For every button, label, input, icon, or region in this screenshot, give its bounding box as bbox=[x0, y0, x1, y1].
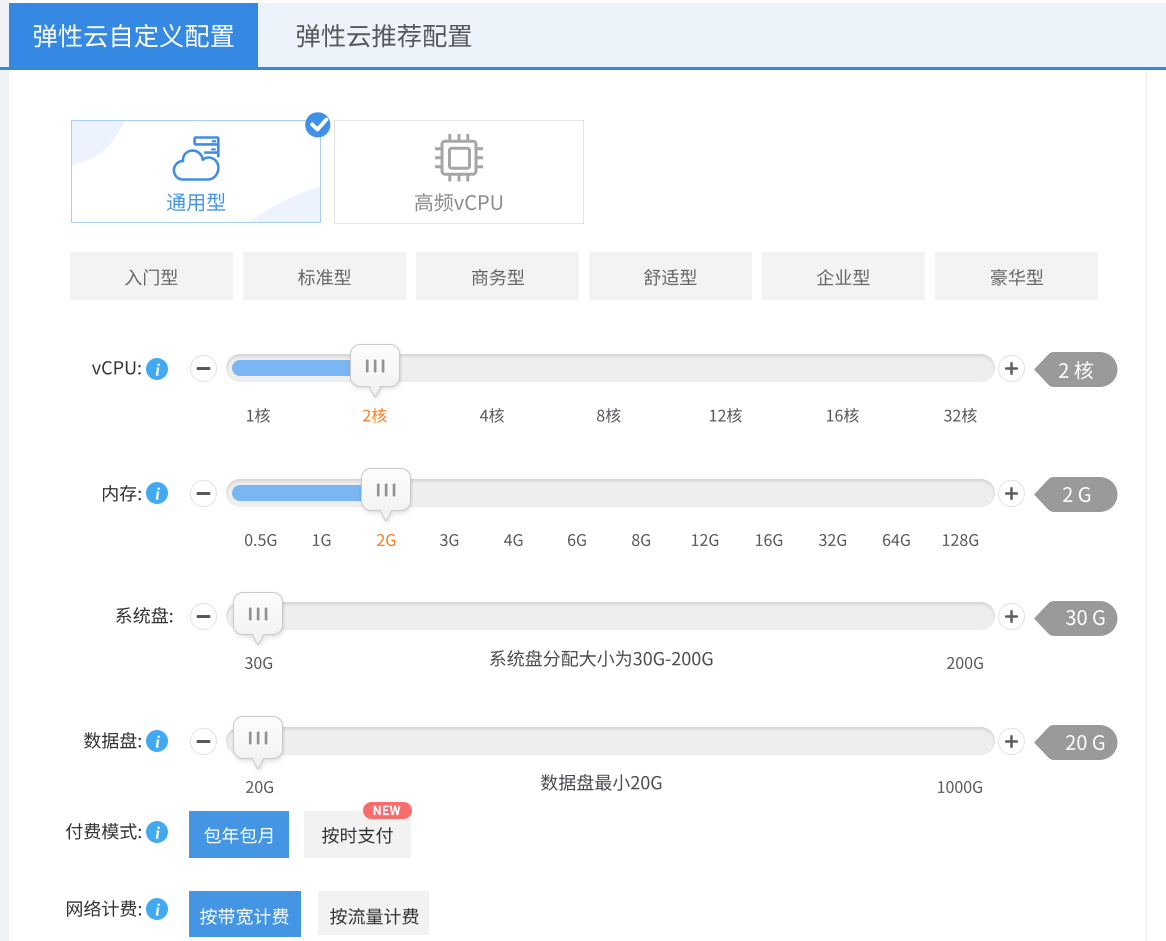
svg-text:i: i bbox=[155, 484, 160, 503]
svg-text:i: i bbox=[155, 732, 160, 751]
svg-text:i: i bbox=[155, 823, 160, 842]
svg-text:i: i bbox=[155, 900, 160, 919]
svg-text:i: i bbox=[155, 360, 160, 379]
